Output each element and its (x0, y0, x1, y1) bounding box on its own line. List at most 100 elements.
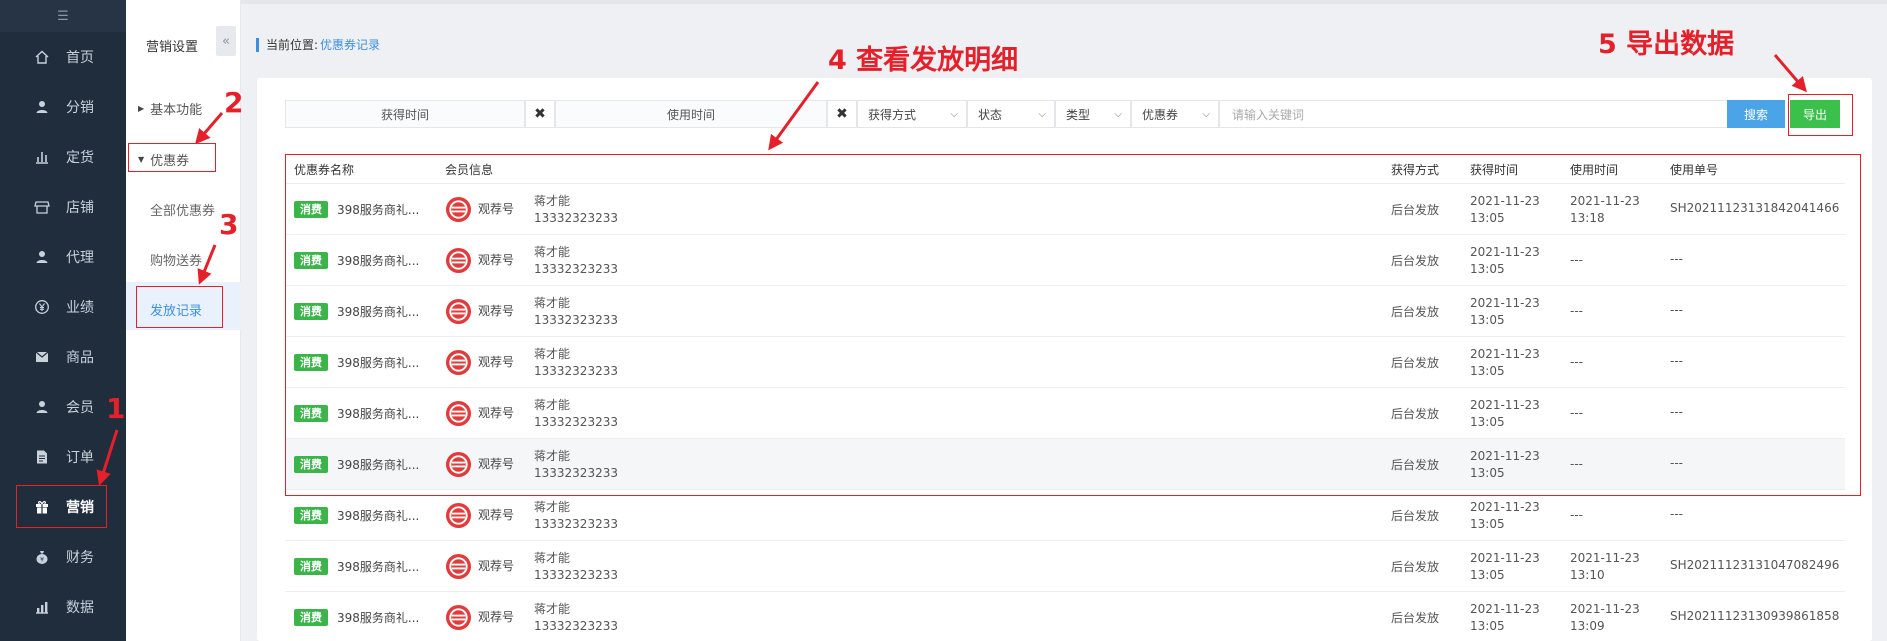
annotation-box-table (285, 154, 1861, 496)
user-icon (32, 99, 52, 115)
coupon-select[interactable]: 优惠券 ⌵ (1131, 100, 1219, 128)
brand-logo-icon (445, 502, 472, 529)
member-name: 蒋才能 (534, 602, 571, 616)
annotation-step-3: 3 (219, 208, 239, 241)
get-clock: 13:05 (1470, 517, 1505, 531)
submenu-group-basic[interactable]: ▶ 基本功能 (138, 99, 202, 118)
annotation-box-marketing (16, 485, 107, 528)
home-icon (32, 49, 52, 65)
yen-icon (32, 299, 52, 315)
use-date: --- (1570, 508, 1583, 522)
get-clock: 13:05 (1470, 619, 1505, 633)
annotation-step-2: 2 (224, 86, 244, 119)
order-number: SH20211123130939861858 (1670, 609, 1840, 623)
get-date: 2021-11-23 (1470, 602, 1540, 616)
sidebar-item-label: 财务 (66, 550, 94, 566)
brand-name: 观荐号 (478, 610, 515, 624)
sidebar-item-label: 数据 (66, 600, 94, 616)
get-method: 后台发放 (1391, 611, 1440, 625)
submenu-item-shopping-coupons[interactable]: 购物送券 (150, 250, 202, 269)
method-select-value: 获得方式 (868, 107, 917, 122)
coupon-name: 398服务商礼... (337, 560, 420, 574)
type-select-value: 类型 (1066, 107, 1091, 122)
chevron-down-icon: ⌵ (1114, 108, 1122, 120)
get-time: 2021-11-23 13:05 (1470, 550, 1540, 584)
member-phone: 13332323233 (534, 568, 618, 582)
get-time: 2021-11-23 13:05 (1470, 499, 1540, 533)
use-time: 2021-11-23 13:09 (1570, 601, 1640, 635)
member-name: 蒋才能 (534, 500, 571, 514)
keyword-input[interactable]: 请输入关键词 (1219, 100, 1753, 128)
order-number: SH20211123131047082496 (1670, 558, 1840, 572)
order-number: --- (1670, 507, 1683, 521)
annotation-box-records (136, 286, 223, 328)
submenu-group-label: 基本功能 (150, 103, 203, 118)
sidebar-item-2[interactable]: 定货 (0, 136, 126, 178)
submenu-title: 营销设置 (146, 40, 199, 55)
menu-collapse-icon[interactable]: ☰ (0, 0, 126, 32)
sidebar-item-4[interactable]: 代理 (0, 236, 126, 278)
clear-get-time-icon[interactable]: ✖ (525, 100, 555, 128)
type-select[interactable]: 类型 ⌵ (1055, 100, 1131, 128)
annotation-step-1: 1 (106, 392, 126, 425)
sidebar-item-3[interactable]: 店铺 (0, 186, 126, 228)
store-icon (32, 199, 52, 215)
use-clock: 13:09 (1570, 619, 1605, 633)
member-phone: 13332323233 (534, 517, 618, 531)
money-bag-icon: ¥ (32, 549, 52, 565)
stats-icon (32, 599, 52, 615)
document-icon (32, 449, 52, 465)
sidebar-item-label: 店铺 (66, 200, 94, 216)
sidebar-item-8[interactable]: 订单 (0, 436, 126, 478)
use-clock: 13:10 (1570, 568, 1605, 582)
get-method: 后台发放 (1391, 509, 1440, 523)
breadcrumb: 当前位置: 优惠券记录 (256, 36, 380, 53)
user-icon (32, 399, 52, 415)
get-time-picker[interactable]: 获得时间 (285, 100, 525, 128)
coupon-tag-badge: 消费 (294, 609, 328, 626)
brand-name: 观荐号 (478, 508, 515, 522)
breadcrumb-bar (256, 37, 259, 52)
sidebar-item-label: 首页 (66, 50, 94, 66)
sidebar-item-10[interactable]: ¥ 财务 (0, 536, 126, 578)
sidebar-item-11[interactable]: 数据 (0, 586, 126, 628)
double-chevron-left-icon[interactable]: « (216, 26, 236, 56)
coupon-name: 398服务商礼... (337, 509, 420, 523)
brand-logo-icon (445, 553, 472, 580)
mail-icon (32, 349, 52, 365)
submenu-item-all-coupons[interactable]: 全部优惠券 (150, 200, 215, 219)
sidebar-item-1[interactable]: 分销 (0, 86, 126, 128)
sidebar-item-label: 会员 (66, 400, 94, 416)
user-icon (32, 249, 52, 265)
sidebar-item-6[interactable]: 商品 (0, 336, 126, 378)
brand-logo-icon (445, 604, 472, 631)
filter-bar: 获得时间 ✖ 使用时间 ✖ 获得方式 ⌵ 状态 ⌵ 类型 ⌵ 优惠券 ⌵ 请输入… (285, 100, 1753, 128)
member-phone: 13332323233 (534, 619, 618, 633)
method-select[interactable]: 获得方式 ⌵ (857, 100, 967, 128)
breadcrumb-current[interactable]: 优惠券记录 (320, 36, 380, 53)
brand-name: 观荐号 (478, 559, 515, 573)
table-row: 消费 398服务商礼... 观荐号 蒋才能 13332323233 后台发放 2021-11… (285, 490, 1845, 541)
member-info: 蒋才能 13332323233 (534, 601, 618, 635)
get-date: 2021-11-23 (1470, 551, 1540, 565)
chevron-down-icon: ⌵ (1038, 108, 1046, 120)
svg-text:¥: ¥ (40, 557, 44, 564)
search-button[interactable]: 搜索 (1727, 100, 1785, 128)
clear-use-time-icon[interactable]: ✖ (827, 100, 857, 128)
get-clock: 13:05 (1470, 568, 1505, 582)
sidebar-item-label: 分销 (66, 100, 94, 116)
annotation-box-export (1788, 94, 1853, 136)
bar-chart-icon (32, 149, 52, 165)
use-time-picker[interactable]: 使用时间 (555, 100, 827, 128)
status-select-value: 状态 (978, 107, 1003, 122)
use-time: 2021-11-23 13:10 (1570, 550, 1640, 584)
app-root: ☰ 首页 分销 定货 店铺 代理 业绩 商品 会员 订单 营销 ¥ 财务 数据 营销设置 « ▶ 基本功… (0, 0, 1887, 641)
status-select[interactable]: 状态 ⌵ (967, 100, 1055, 128)
chevron-down-icon: ⌵ (950, 108, 958, 120)
table-row: 消费 398服务商礼... 观荐号 蒋才能 13332323233 后台发放 2021-11… (285, 541, 1845, 592)
chevron-down-icon: ⌵ (1202, 108, 1210, 120)
annotation-step-4: 4 查看发放明细 (828, 45, 1019, 76)
sidebar-item-5[interactable]: 业绩 (0, 286, 126, 328)
get-date: 2021-11-23 (1470, 500, 1540, 514)
sidebar-item-0[interactable]: 首页 (0, 36, 126, 78)
